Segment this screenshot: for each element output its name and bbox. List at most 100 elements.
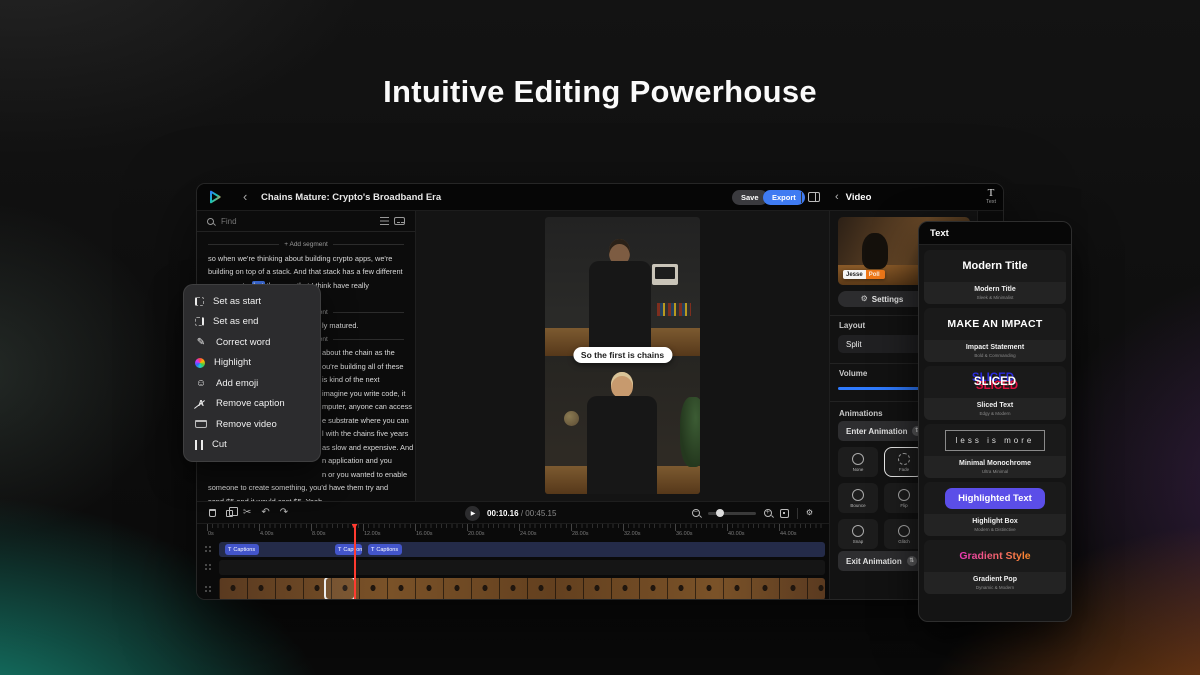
transcript-line-fragment[interactable]: ou're building all of these bbox=[322, 360, 404, 374]
context-menu-item[interactable]: Correct word bbox=[184, 332, 320, 353]
ruler-time-label: 0s bbox=[208, 531, 260, 537]
play-button[interactable]: ▶ bbox=[465, 506, 480, 521]
track-handle-icon[interactable] bbox=[204, 545, 212, 553]
zoom-slider-knob[interactable] bbox=[716, 509, 724, 517]
text-style-name: Sliced Text bbox=[977, 402, 1013, 410]
transcript-line-fragment[interactable]: mputer, anyone can access bbox=[322, 400, 404, 414]
add-segment-divider[interactable]: + Add segment bbox=[208, 238, 404, 252]
zoom-out-icon[interactable]: − bbox=[692, 509, 700, 517]
empty-track[interactable] bbox=[219, 560, 825, 575]
back-chevron-icon[interactable]: ‹ bbox=[243, 188, 247, 206]
context-menu-item[interactable]: Highlight bbox=[184, 353, 320, 374]
timeline-settings-gear-icon[interactable]: ⚙ bbox=[806, 509, 813, 517]
text-style-card[interactable]: Highlighted Text Highlight Box Modern & … bbox=[924, 482, 1066, 536]
text-style-description: Modern & Distinctive bbox=[974, 527, 1015, 533]
video-frame[interactable]: So the first is chains bbox=[545, 217, 700, 494]
animation-preview-icon bbox=[898, 525, 910, 537]
timeline-ruler[interactable]: 0s4.00s8.00s12.00s16.00s20.00s24.00s28.0… bbox=[197, 524, 829, 538]
caption-overlay[interactable]: So the first is chains bbox=[573, 347, 672, 363]
caption-chip[interactable]: Captions bbox=[225, 544, 259, 555]
bookshelf-prop bbox=[657, 303, 691, 316]
playback-controls: ▶ 00:10.16 / 00:45.15 bbox=[465, 502, 556, 524]
scissors-icon[interactable]: ✂ bbox=[243, 508, 251, 518]
caption-chip[interactable]: Captions bbox=[368, 544, 402, 555]
delete-icon[interactable] bbox=[209, 509, 216, 517]
context-menu-item[interactable]: Remove video bbox=[184, 414, 320, 435]
transcript-line-fragment[interactable]: n application and you bbox=[322, 454, 404, 468]
zoom-controls: − + ⚙ bbox=[692, 502, 813, 524]
duplicate-icon[interactable] bbox=[226, 510, 233, 517]
selected-clip[interactable] bbox=[324, 578, 356, 600]
fit-timeline-icon[interactable] bbox=[780, 509, 789, 518]
find-input[interactable] bbox=[219, 216, 375, 227]
animation-preview-icon bbox=[852, 525, 864, 537]
zoom-slider[interactable] bbox=[708, 512, 756, 515]
context-menu: Set as start Set as end Correct word Hig… bbox=[183, 284, 321, 462]
speaker-silhouette bbox=[862, 233, 888, 269]
track-handle-icon[interactable] bbox=[204, 585, 212, 593]
text-tool-button[interactable]: T Text bbox=[978, 187, 1004, 206]
plant-prop bbox=[680, 397, 700, 467]
text-style-description: Bold & Commanding bbox=[974, 353, 1015, 359]
caption-chip[interactable]: Captions bbox=[335, 544, 362, 555]
timeline: 0s4.00s8.00s12.00s16.00s20.00s24.00s28.0… bbox=[197, 523, 829, 600]
context-menu-item[interactable]: Set as end bbox=[184, 312, 320, 333]
animation-option[interactable]: Snap bbox=[838, 519, 878, 549]
transcript-line-fragment[interactable]: about the chain as the bbox=[322, 346, 404, 360]
redo-icon[interactable]: ↷ bbox=[280, 508, 288, 518]
toggle-panel-icon[interactable] bbox=[808, 192, 820, 202]
text-style-card[interactable]: MAKE AN IMPACT Impact Statement Bold & C… bbox=[924, 308, 1066, 362]
text-style-description: Dynamic & Modern bbox=[976, 585, 1014, 591]
context-menu-item[interactable]: Add emoji bbox=[184, 373, 320, 394]
transcript-line-fragment[interactable]: is kind of the next bbox=[322, 373, 404, 387]
text-style-name: Modern Title bbox=[974, 286, 1015, 294]
text-styles-panel: Text Modern Title Modern Title Sleek & M… bbox=[918, 221, 1072, 622]
text-style-name: Impact Statement bbox=[966, 344, 1024, 352]
ruler-time-label: 36.00s bbox=[676, 531, 728, 537]
text-style-card[interactable]: SLICED Sliced Text Edgy & Modern bbox=[924, 366, 1066, 420]
animation-preview-icon bbox=[898, 489, 910, 501]
style-minimal: less is more bbox=[945, 430, 1046, 451]
playhead[interactable] bbox=[354, 524, 356, 600]
text-style-card[interactable]: Gradient Style Gradient Pop Dynamic & Mo… bbox=[924, 540, 1066, 594]
video-frame-bottom-speaker bbox=[545, 356, 700, 495]
ruler-time-label: 44.00s bbox=[780, 531, 832, 537]
icon-clip-start bbox=[195, 297, 204, 306]
icon-clip-end bbox=[195, 317, 204, 326]
captions-toggle-icon[interactable] bbox=[394, 217, 405, 225]
animation-option[interactable]: Bounce bbox=[838, 483, 878, 513]
undo-icon[interactable]: ↶ bbox=[261, 508, 269, 518]
style-sliced: SLICED bbox=[974, 376, 1016, 388]
text-style-card[interactable]: Modern Title Modern Title Sleek & Minima… bbox=[924, 250, 1066, 304]
zoom-in-icon[interactable]: + bbox=[764, 509, 772, 517]
icon-trash bbox=[195, 420, 207, 428]
ruler-time-label: 28.00s bbox=[572, 531, 624, 537]
video-clip-track[interactable] bbox=[219, 578, 825, 600]
captions-track[interactable]: Captions Captions Captions bbox=[219, 542, 825, 557]
filter-icon[interactable] bbox=[380, 217, 389, 225]
transcript-line-fragment[interactable]: imagine you write code, it bbox=[322, 387, 404, 401]
style-impact: MAKE AN IMPACT bbox=[947, 318, 1042, 330]
ruler-time-label: 8.00s bbox=[312, 531, 364, 537]
export-button[interactable]: Export bbox=[763, 190, 805, 205]
transcript-line-fragment[interactable]: l with the chains five years bbox=[322, 427, 404, 441]
animation-option[interactable]: None bbox=[838, 447, 878, 477]
ruler-time-label: 4.00s bbox=[260, 531, 312, 537]
text-style-card[interactable]: less is more Minimal Monochrome Ultra Mi… bbox=[924, 424, 1066, 478]
track-handle-icon[interactable] bbox=[204, 563, 212, 571]
find-bar[interactable] bbox=[197, 211, 415, 232]
context-menu-item[interactable]: Set as start bbox=[184, 291, 320, 312]
text-tool-label: Text bbox=[978, 199, 1004, 206]
speaker-name-tag: Jesse Poll bbox=[843, 270, 885, 279]
panel-back-chevron-icon[interactable]: ‹ bbox=[835, 191, 839, 203]
context-menu-item[interactable]: Cut bbox=[184, 435, 320, 456]
transcript-line-fragment[interactable]: e substrate where you can bbox=[322, 414, 404, 428]
context-menu-item[interactable]: Remove caption bbox=[184, 394, 320, 415]
player-bar: ✂ ↶ ↷ ▶ 00:10.16 / 00:45.15 − + ⚙ bbox=[197, 501, 829, 523]
transcript-line-fragment[interactable]: as slow and expensive. And bbox=[322, 441, 404, 455]
settings-button[interactable]: ⚙ Settings bbox=[838, 291, 926, 307]
transcript-line-fragment[interactable]: n or you wanted to enable bbox=[322, 468, 404, 482]
icon-emoji bbox=[195, 378, 207, 389]
transcript-line-fragment[interactable]: ly matured. bbox=[322, 319, 404, 333]
icon-remove-caption bbox=[195, 399, 207, 408]
